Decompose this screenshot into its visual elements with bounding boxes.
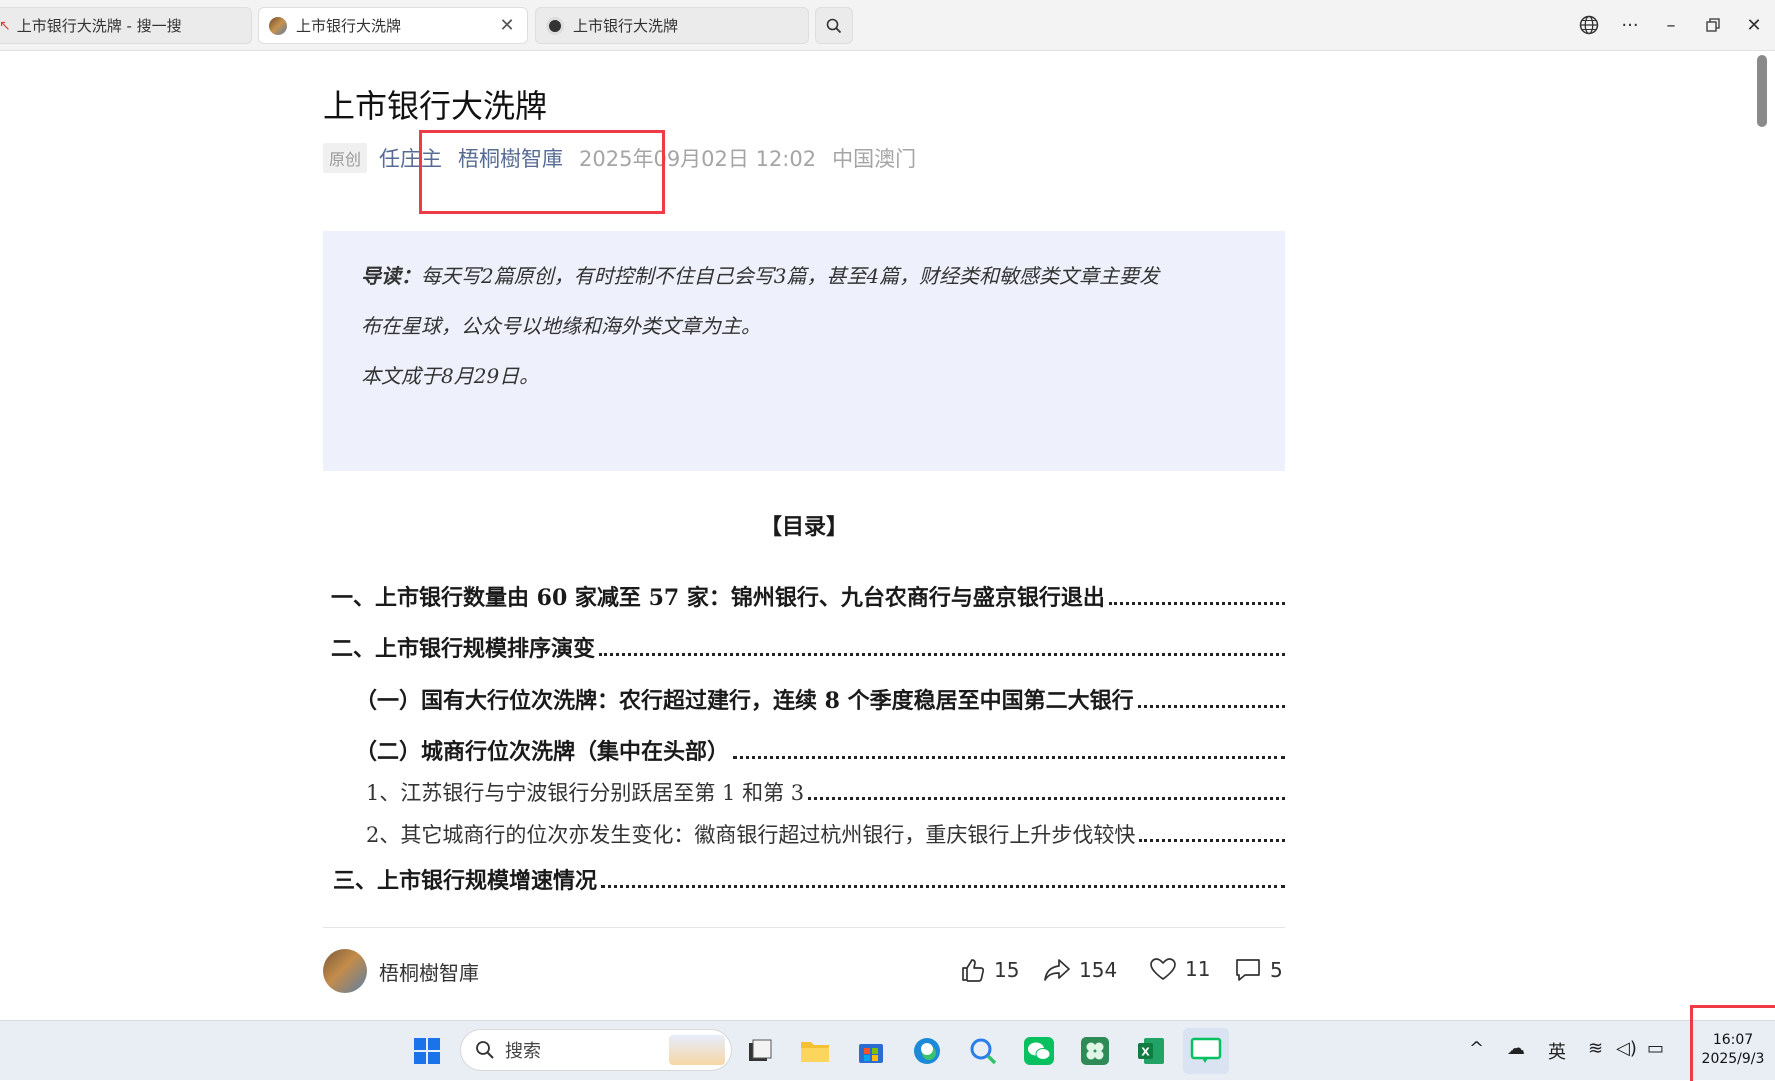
search-tabs-button[interactable] (815, 7, 853, 44)
intro-label: 导读： (361, 264, 421, 288)
start-button[interactable] (407, 1031, 447, 1071)
bubble-search-icon (970, 1038, 997, 1065)
excel-icon: X (1138, 1038, 1164, 1064)
account-name[interactable]: 梧桐樹智庫 (379, 957, 479, 986)
tab-article-2[interactable]: 上市银行大洗牌 (535, 7, 809, 44)
heart-icon (1150, 958, 1176, 980)
wechat-favicon-icon (546, 16, 564, 35)
volume-icon[interactable]: ◁) (1616, 1038, 1637, 1059)
toc-title: 【目录】 (759, 514, 848, 540)
like-button[interactable]: 15 (960, 957, 1019, 983)
edge-icon (914, 1038, 940, 1064)
avatar[interactable] (323, 949, 367, 993)
comment-button[interactable]: 5 (1234, 957, 1283, 983)
intro-line-2: 布在星球，公众号以地缘和海外类文章为主。 (361, 314, 761, 338)
toc-item[interactable]: 2、其它城商行的位次亦发生变化：徽商银行超过杭州银行，重庆银行上升步伐较快 (323, 819, 1285, 849)
favorite-count: 11 (1185, 957, 1211, 981)
original-badge: 原创 (323, 143, 368, 173)
excel-button[interactable]: X (1131, 1031, 1171, 1071)
app-button-green[interactable] (1075, 1031, 1115, 1071)
tab-article-active[interactable]: 上市银行大洗牌 ✕ (258, 7, 528, 44)
toc-item[interactable]: 一、上市银行数量由 60 家减至 57 家：锦州银行、九台农商行与盛京银行退出 (323, 580, 1285, 612)
minimize-button[interactable]: – (1655, 10, 1687, 40)
chevron-up-icon[interactable]: ^ (1469, 1038, 1484, 1059)
wechat-button[interactable] (1019, 1031, 1059, 1071)
scrollbar-thumb[interactable] (1757, 55, 1767, 127)
intro-line-1: 导读：每天写2篇原创，有时控制不住自己会写3篇，甚至4篇，财经类和敏感类文章主要… (361, 264, 1160, 288)
toc-item[interactable]: （一）国有大行位次洗牌：农行超过建行，连续 8 个季度稳居至中国第二大银行 (323, 683, 1285, 715)
highlight-box-account (419, 130, 665, 214)
favorite-button[interactable]: 11 (1149, 957, 1210, 981)
restore-button[interactable] (1697, 10, 1729, 40)
more-button[interactable]: ··· (1614, 10, 1646, 40)
tab-title: 上市银行大洗牌 (573, 17, 679, 35)
task-view-button[interactable] (740, 1031, 780, 1071)
intro-line-3: 本文成于8月29日。 (361, 364, 540, 388)
store-button[interactable] (851, 1031, 891, 1071)
taskbar: 搜索 X ^ ☁ 英 ≋ ◁) ▭ 16:07 2025/9/3 (0, 1005, 1775, 1081)
share-count: 154 (1079, 958, 1118, 982)
wechat-icon (1024, 1037, 1054, 1065)
like-count: 15 (994, 958, 1020, 982)
ime-indicator[interactable]: 英 (1548, 1038, 1566, 1064)
more-icon: ··· (1621, 14, 1639, 36)
share-button[interactable]: 154 (1043, 957, 1117, 983)
toc-item[interactable]: （二）城商行位次洗牌（集中在头部） (323, 734, 1285, 766)
svg-text:X: X (1141, 1046, 1150, 1059)
close-icon: ✕ (1746, 14, 1762, 36)
toc-item[interactable]: 三、上市银行规模增速情况 (323, 863, 1285, 895)
highlight-box-clock (1690, 1005, 1775, 1081)
tab-title: 上市银行大洗牌 - 搜一搜 (16, 17, 182, 35)
clover-app-icon (1081, 1037, 1109, 1065)
publish-location: 中国澳门 (832, 147, 917, 171)
search-placeholder: 搜索 (505, 1041, 541, 1062)
cloud-icon[interactable]: ☁ (1507, 1038, 1525, 1059)
toc-item[interactable]: 二、上市银行规模排序演变 (323, 631, 1285, 663)
arrow-icon: ↖ (0, 17, 11, 34)
avatar-favicon-icon (269, 16, 287, 35)
battery-icon[interactable]: ▭ (1647, 1038, 1664, 1059)
search-app-button[interactable] (963, 1031, 1003, 1071)
minimize-icon: – (1666, 14, 1676, 36)
windows-icon (414, 1038, 440, 1064)
comment-icon (1236, 959, 1260, 981)
share-icon (1044, 959, 1070, 981)
globe-button[interactable] (1573, 10, 1605, 40)
skyline-icon (669, 1035, 725, 1065)
thumbs-up-icon (962, 959, 985, 982)
close-icon[interactable]: ✕ (497, 16, 517, 36)
search-icon (476, 1041, 494, 1059)
restore-icon (1706, 18, 1720, 32)
tab-title: 上市银行大洗牌 (296, 17, 402, 35)
article-footer: 梧桐樹智庫 15 154 11 5 (323, 949, 1285, 993)
store-icon (859, 1044, 883, 1063)
tab-bar: ↖ 上市银行大洗牌 - 搜一搜 上市银行大洗牌 ✕ 上市银行大洗牌 ··· – … (0, 0, 1775, 51)
wifi-icon[interactable]: ≋ (1588, 1038, 1603, 1059)
divider (323, 927, 1285, 928)
chat-app-button-active[interactable] (1183, 1028, 1229, 1074)
globe-icon (1579, 15, 1599, 35)
comment-count: 5 (1270, 958, 1283, 982)
taskbar-search[interactable]: 搜索 (460, 1029, 732, 1071)
tab-search-result[interactable]: ↖ 上市银行大洗牌 - 搜一搜 (0, 7, 252, 44)
task-view-icon (749, 1039, 772, 1061)
page-title: 上市银行大洗牌 (323, 87, 548, 125)
toc-item[interactable]: 1、江苏银行与宁波银行分别跃居至第 1 和第 3 (323, 777, 1285, 807)
folder-icon (801, 1042, 829, 1062)
close-window-button[interactable]: ✕ (1738, 10, 1770, 40)
intro-block: 导读：每天写2篇原创，有时控制不住自己会写3篇，甚至4篇，财经类和敏感类文章主要… (323, 231, 1285, 471)
edge-button[interactable] (907, 1031, 947, 1071)
chat-icon (1190, 1037, 1222, 1063)
file-explorer-button[interactable] (795, 1031, 835, 1071)
search-icon (826, 18, 842, 33)
